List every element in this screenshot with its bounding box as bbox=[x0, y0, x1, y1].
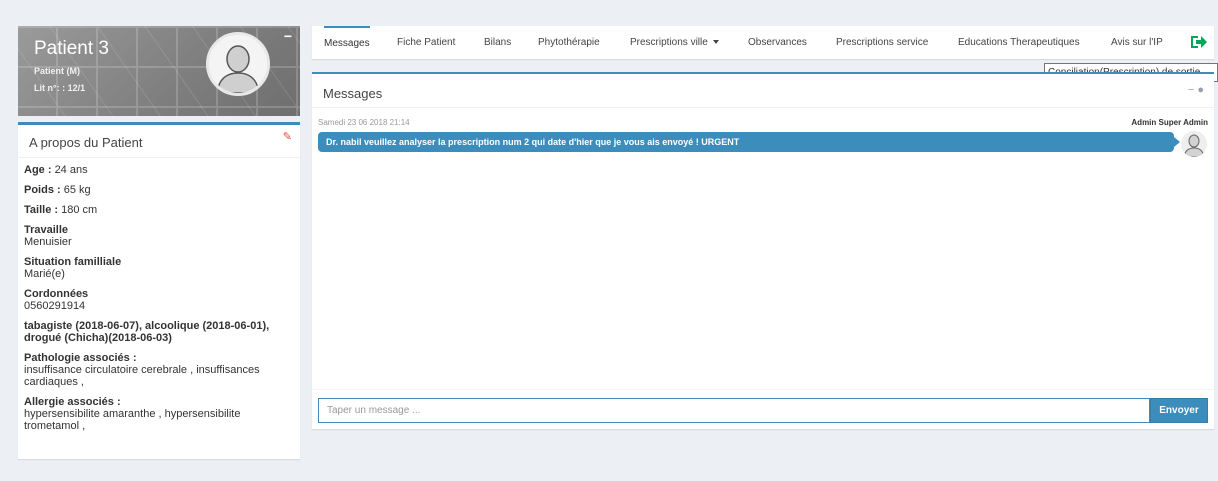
family-label: Situation familliale bbox=[24, 256, 122, 268]
collapse-icon[interactable]: − bbox=[284, 28, 292, 44]
allergy-field: Allergie associés : hypersensibilite ama… bbox=[24, 396, 294, 432]
author-avatar bbox=[1181, 131, 1207, 157]
tab-prescriptions-service[interactable]: Prescriptions service bbox=[836, 26, 928, 59]
contact-label: Cordonnées bbox=[24, 288, 89, 300]
caret-down-icon bbox=[712, 40, 719, 45]
patient-avatar bbox=[206, 32, 270, 96]
tab-messages[interactable]: Messages bbox=[324, 26, 370, 59]
family-field: Situation familliale Marié(e) bbox=[24, 256, 294, 280]
pathology-field: Pathologie associés : insuffisance circu… bbox=[24, 352, 294, 388]
patient-gender: Patient (M) bbox=[34, 66, 80, 76]
messages-title: Messages bbox=[323, 86, 383, 101]
job-field: Travaille Menuisier bbox=[24, 224, 294, 248]
about-title: A propos du Patient bbox=[29, 135, 143, 150]
about-body: Age : 24 ans Poids : 65 kg Taille : 180 … bbox=[18, 158, 300, 432]
tab-prescriptions-ville-label: Prescriptions ville bbox=[630, 37, 708, 48]
height-field: Taille : 180 cm bbox=[24, 204, 294, 216]
message-input[interactable] bbox=[318, 398, 1150, 423]
height-value: 180 cm bbox=[61, 204, 98, 216]
box-tools[interactable]: − ● bbox=[1188, 84, 1204, 96]
patient-bed-number: Lit n°: : 12/1 bbox=[34, 83, 86, 93]
height-label: Taille : bbox=[24, 204, 59, 216]
message-bubble: Dr. nabil veuillez analyser la prescript… bbox=[318, 132, 1180, 152]
messages-header: Messages − ● bbox=[312, 74, 1214, 108]
habits-value: tabagiste (2018-06-07), alcoolique (2018… bbox=[24, 320, 270, 344]
habits-field: tabagiste (2018-06-07), alcoolique (2018… bbox=[24, 320, 294, 344]
about-header: A propos du Patient ✎ bbox=[18, 125, 300, 158]
job-value: Menuisier bbox=[24, 236, 72, 248]
patient-name: Patient 3 bbox=[34, 38, 109, 59]
contact-value: 0560291914 bbox=[24, 300, 86, 312]
user-silhouette-icon bbox=[209, 35, 267, 93]
messages-panel: Messages − ● Samedi 23 06 2018 21:14 Adm… bbox=[312, 72, 1214, 429]
tab-bilans[interactable]: Bilans bbox=[484, 26, 511, 59]
tab-fiche-patient[interactable]: Fiche Patient bbox=[397, 26, 455, 59]
tab-phytotherapie[interactable]: Phytothérapie bbox=[538, 26, 600, 59]
tab-prescriptions-ville[interactable]: Prescriptions ville bbox=[630, 26, 719, 59]
sign-out-icon[interactable] bbox=[1190, 34, 1208, 50]
message-timestamp: Samedi 23 06 2018 21:14 bbox=[318, 118, 410, 127]
weight-value: 65 kg bbox=[63, 184, 91, 196]
send-button[interactable]: Envoyer bbox=[1150, 398, 1208, 423]
message-composer: Envoyer bbox=[312, 389, 1214, 429]
weight-field: Poids : 65 kg bbox=[24, 184, 294, 196]
user-silhouette-icon bbox=[1181, 131, 1207, 157]
family-value: Marié(e) bbox=[24, 268, 65, 280]
tab-educations-therapeutiques[interactable]: Educations Therapeutiques bbox=[958, 26, 1080, 59]
contact-field: Cordonnées 0560291914 bbox=[24, 288, 294, 312]
about-patient-panel: A propos du Patient ✎ Age : 24 ans Poids… bbox=[18, 122, 300, 459]
age-field: Age : 24 ans bbox=[24, 164, 294, 176]
tabs-bar: Messages Fiche Patient Bilans Phytothéra… bbox=[312, 26, 1214, 59]
allergy-label: Allergie associés : bbox=[24, 396, 121, 408]
allergy-value: hypersensibilite amaranthe , hypersensib… bbox=[24, 408, 241, 432]
tab-avis-ip[interactable]: Avis sur l'IP bbox=[1111, 26, 1163, 59]
age-value: 24 ans bbox=[54, 164, 88, 176]
tab-observances[interactable]: Observances bbox=[748, 26, 807, 59]
job-label: Travaille bbox=[24, 224, 69, 236]
weight-label: Poids : bbox=[24, 184, 61, 196]
message-author: Admin Super Admin bbox=[1131, 118, 1208, 127]
patient-card: Patient 3 Patient (M) Lit n°: : 12/1 − bbox=[18, 26, 300, 116]
pathology-value: insuffisance circulatoire cerebrale , in… bbox=[24, 364, 260, 388]
age-label: Age : bbox=[24, 164, 52, 176]
pathology-label: Pathologie associés : bbox=[24, 352, 137, 364]
pencil-icon[interactable]: ✎ bbox=[283, 130, 292, 143]
